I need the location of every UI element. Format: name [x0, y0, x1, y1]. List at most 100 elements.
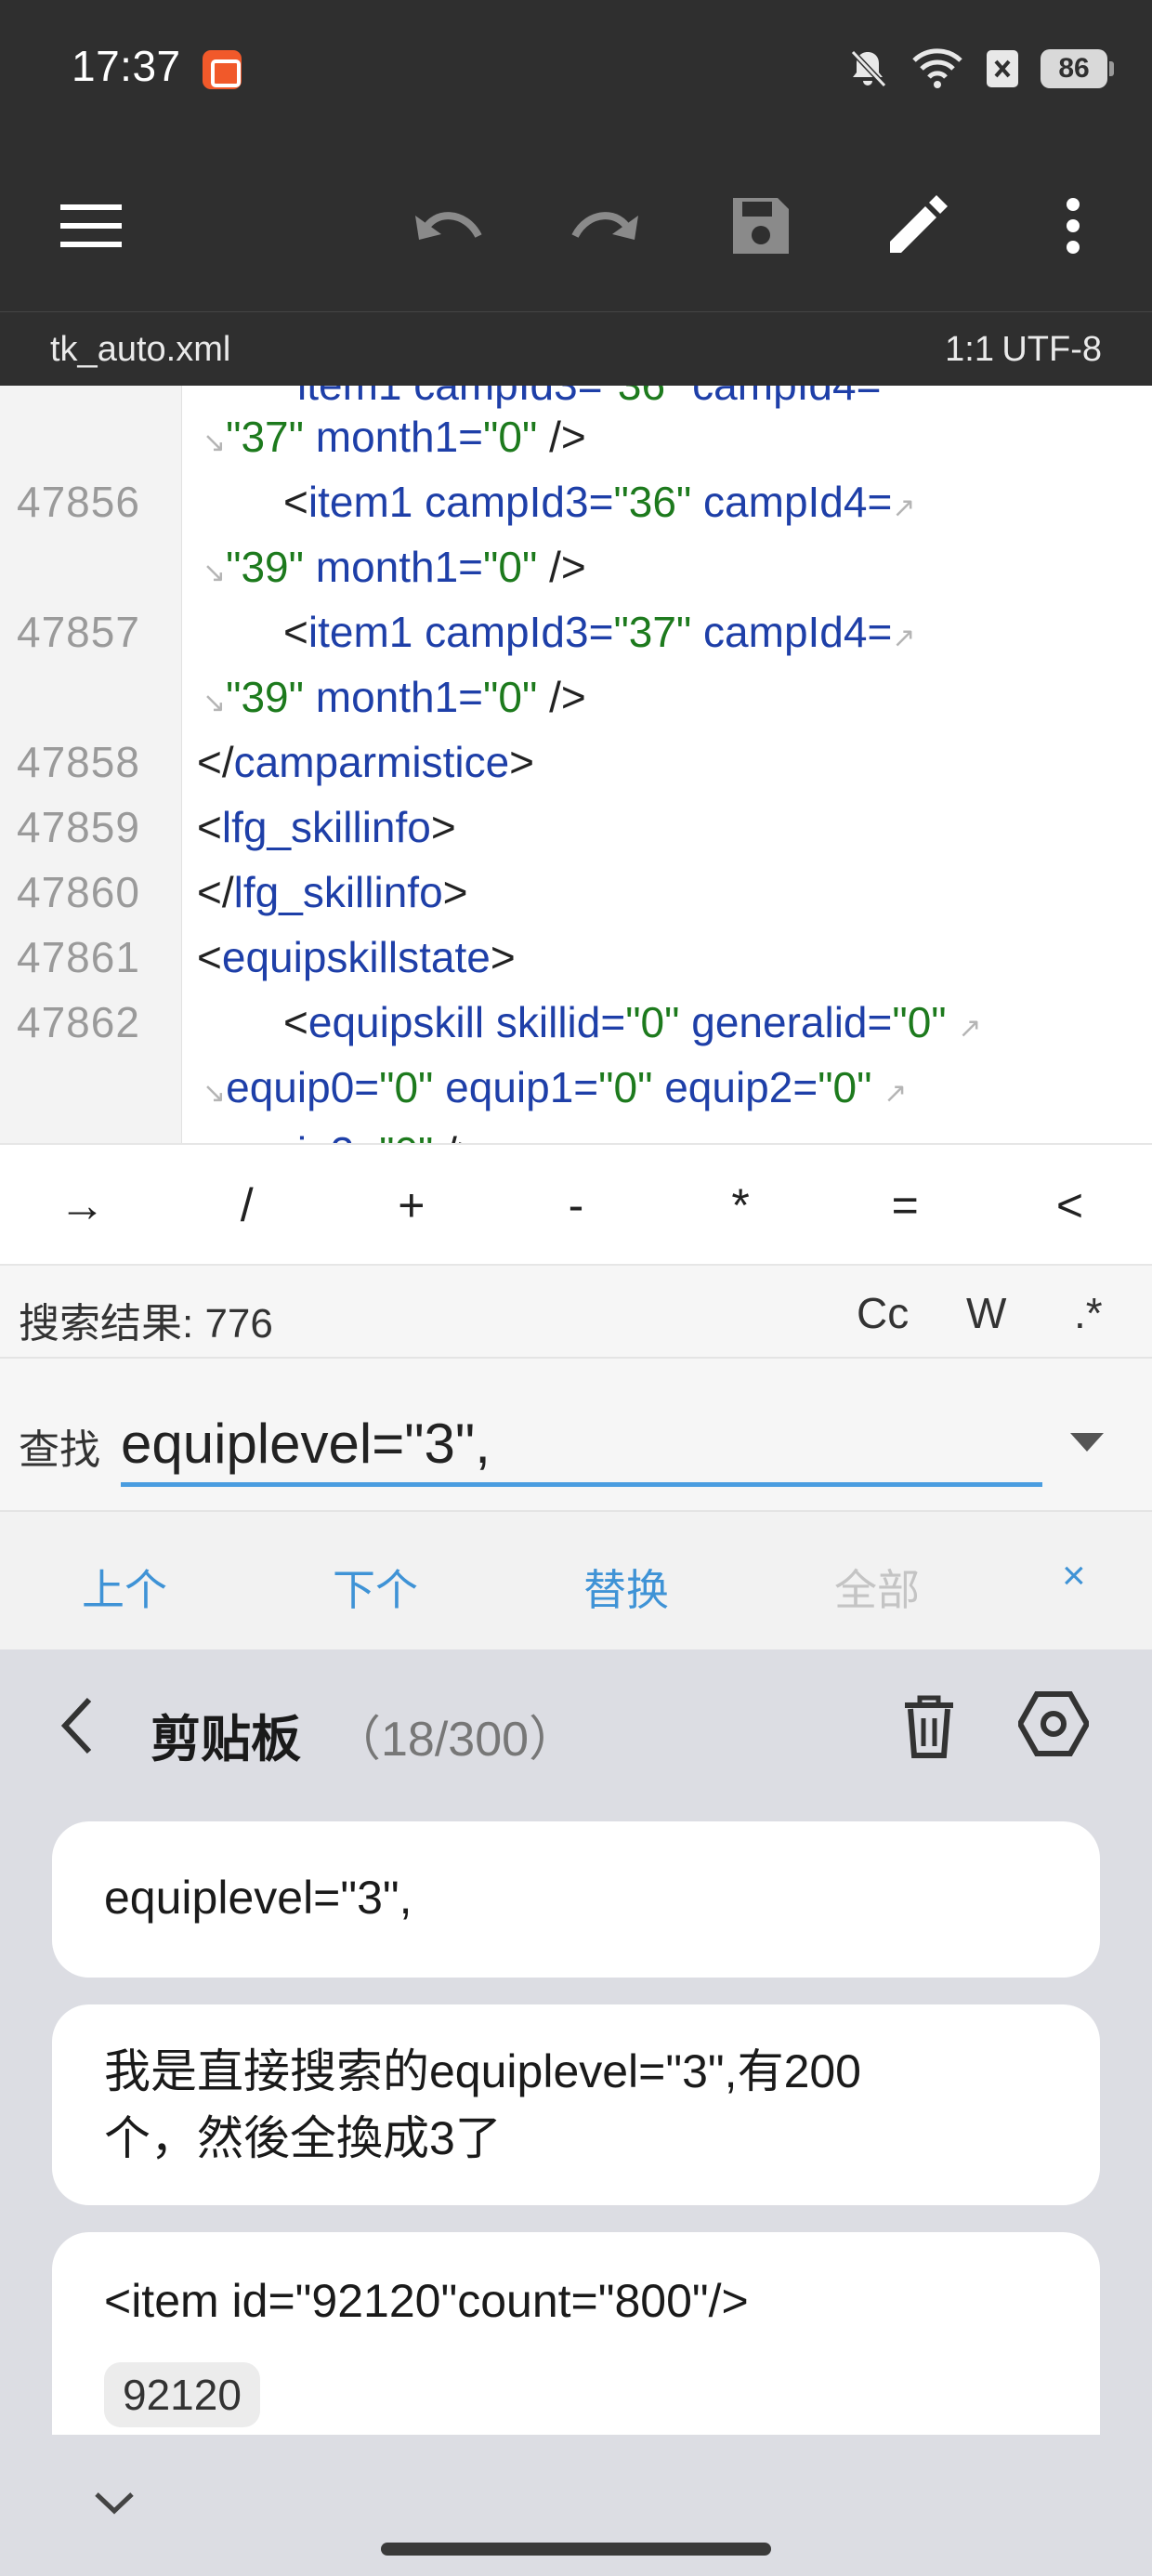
- sim-x-icon: [985, 48, 1020, 89]
- cursor-position: 1:1: [945, 330, 994, 369]
- code-token: month1=: [315, 543, 484, 591]
- code-editor[interactable]: item1 campId3="36" campId4= ↘"37" month1…: [0, 386, 1152, 1143]
- find-input[interactable]: [121, 1405, 1042, 1487]
- code-token: />: [549, 543, 586, 591]
- match-case-toggle[interactable]: Cc: [857, 1288, 909, 1338]
- battery-icon: 86: [1041, 49, 1114, 88]
- wrap-indicator-icon: ↘: [203, 688, 227, 718]
- replace-all-button[interactable]: 全部: [834, 1557, 920, 1618]
- code-token: />: [549, 413, 586, 461]
- undo-icon[interactable]: [409, 186, 489, 266]
- code-token: skillid=: [495, 998, 626, 1046]
- find-next-button[interactable]: 下个: [333, 1557, 418, 1618]
- symbol-key-equals[interactable]: =: [823, 1145, 988, 1264]
- settings-hexagon-icon[interactable]: [1016, 1687, 1091, 1766]
- code-token: />: [549, 673, 586, 721]
- find-bar: 查找: [0, 1359, 1152, 1512]
- search-result-count: 搜索结果: 776: [19, 1301, 273, 1347]
- code-token: "39": [226, 543, 304, 591]
- code-line-wrap: ↘"39" month1="0" />: [0, 664, 1152, 729]
- code-token: "0": [483, 673, 538, 721]
- clipboard-item[interactable]: equiplevel="3",: [52, 1821, 1100, 1978]
- trash-icon[interactable]: [892, 1689, 966, 1768]
- code-line: 47861 <equipskillstate>: [0, 925, 1152, 990]
- symbol-key-plus[interactable]: +: [329, 1145, 493, 1264]
- clipboard-item[interactable]: 我是直接搜索的equiplevel="3",有200 个，然後全換成3了: [52, 2004, 1100, 2205]
- symbol-key-less-than[interactable]: <: [988, 1145, 1152, 1264]
- code-token: equip3=: [226, 1128, 379, 1143]
- code-token: <: [197, 933, 222, 981]
- line-number: 47857: [17, 608, 140, 656]
- collapse-chevron-icon[interactable]: [93, 2491, 136, 2521]
- search-result-bar: 搜索结果: 776 Cc W .*: [0, 1266, 1152, 1359]
- line-number: 47856: [17, 478, 140, 526]
- code-token: "37": [226, 413, 304, 461]
- code-token: equipskill: [308, 998, 485, 1046]
- clipboard-item-chip[interactable]: 92120: [104, 2362, 260, 2427]
- code-line: 47857 <item1 campId3="37" campId4=↗: [0, 599, 1152, 664]
- line-number: 47862: [17, 998, 140, 1046]
- code-token: equip1=: [445, 1063, 599, 1111]
- code-line: 47858 </camparmistice>: [0, 729, 1152, 795]
- search-action-bar: 上个 下个 替换 全部 ×: [0, 1512, 1152, 1649]
- code-token: lfg_skillinfo: [221, 803, 431, 851]
- symbol-input-bar: → / + - * = <: [0, 1143, 1152, 1266]
- code-token: <: [283, 478, 308, 526]
- file-info-bar: tk_auto.xml 1:1 UTF-8: [0, 311, 1152, 386]
- code-token: "0": [483, 413, 538, 461]
- code-token: >: [442, 868, 468, 916]
- wrap-indicator-icon: ↘: [203, 427, 227, 458]
- code-line: 47862 <equipskill skillid="0" generalid=…: [0, 990, 1152, 1055]
- file-name[interactable]: tk_auto.xml: [50, 330, 230, 370]
- code-line: 47856 <item1 campId3="36" campId4=↗: [0, 469, 1152, 534]
- line-number: 47858: [17, 738, 140, 786]
- code-token: campId3=: [425, 478, 614, 526]
- back-arrow-icon[interactable]: [58, 1696, 95, 1760]
- wrap-indicator-icon: ↗: [892, 623, 916, 653]
- symbol-key-asterisk[interactable]: *: [659, 1145, 823, 1264]
- code-token: lfg_skillinfo: [233, 868, 443, 916]
- code-token: "39": [226, 673, 304, 721]
- find-previous-button[interactable]: 上个: [82, 1557, 167, 1618]
- pencil-icon[interactable]: [877, 186, 957, 266]
- code-token: equip0=: [226, 1063, 380, 1111]
- status-bar: 17:37 86: [0, 0, 1152, 139]
- code-token: </: [197, 868, 234, 916]
- whole-word-toggle[interactable]: W: [966, 1288, 1006, 1338]
- redo-icon[interactable]: [565, 186, 645, 266]
- file-encoding[interactable]: UTF-8: [1001, 330, 1102, 370]
- editor-toolbar: [0, 139, 1152, 311]
- code-token: "37": [613, 608, 692, 656]
- regex-toggle[interactable]: .*: [1074, 1288, 1103, 1338]
- app-notification-icon: [203, 50, 242, 89]
- code-token: item1: [308, 608, 413, 656]
- symbol-key-arrow[interactable]: →: [0, 1145, 164, 1264]
- status-time: 17:37: [72, 42, 181, 90]
- code-token: <: [197, 803, 222, 851]
- code-line-wrap: ↘"39" month1="0" />: [0, 534, 1152, 599]
- clipboard-count: （18/300）: [333, 1713, 578, 1767]
- symbol-key-slash[interactable]: /: [164, 1145, 329, 1264]
- code-token: />: [445, 1128, 482, 1143]
- wrap-indicator-icon: ↘: [203, 1078, 227, 1109]
- home-indicator[interactable]: [381, 2543, 771, 2556]
- symbol-key-minus[interactable]: -: [493, 1145, 658, 1264]
- code-token: "0": [379, 1063, 434, 1111]
- line-number: 47860: [17, 868, 140, 916]
- code-token: >: [509, 738, 535, 786]
- code-token: >: [490, 933, 516, 981]
- code-token: "0": [818, 1063, 872, 1111]
- code-line-wrap: ↘equip0="0" equip1="0" equip2="0" ↗: [0, 1055, 1152, 1120]
- replace-button[interactable]: 替换: [583, 1557, 669, 1618]
- code-token: campId3=: [425, 608, 614, 656]
- clipboard-item[interactable]: <item id="92120"count="800"/> 92120: [52, 2232, 1100, 2435]
- hamburger-menu-icon[interactable]: [51, 186, 131, 266]
- find-history-dropdown-icon[interactable]: [1070, 1433, 1104, 1452]
- code-token: month1=: [315, 413, 484, 461]
- code-token: >: [430, 803, 456, 851]
- more-vertical-icon[interactable]: [1033, 186, 1113, 266]
- code-token: camparmistice: [233, 738, 510, 786]
- save-icon[interactable]: [721, 186, 801, 266]
- close-search-icon[interactable]: ×: [1062, 1553, 1086, 1599]
- code-token: "0": [483, 543, 538, 591]
